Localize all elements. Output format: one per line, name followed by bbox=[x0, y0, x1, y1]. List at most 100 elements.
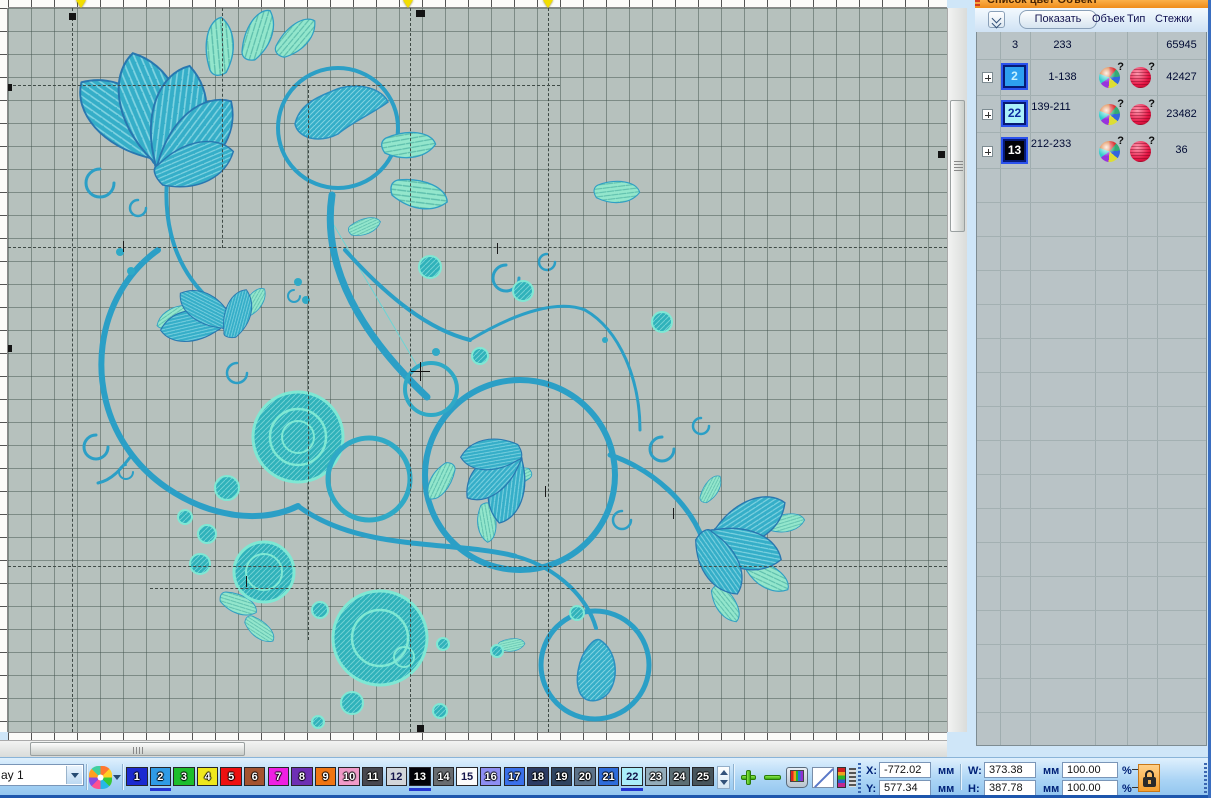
guide-vertical bbox=[410, 8, 411, 732]
palette-swatch-14[interactable]: 14 bbox=[433, 767, 455, 786]
chevron-down-icon[interactable] bbox=[113, 775, 121, 780]
layer-combobox[interactable]: ay 1 bbox=[0, 764, 84, 786]
palette-swatch-25[interactable]: 25 bbox=[692, 767, 714, 786]
remove-color-button[interactable] bbox=[762, 767, 784, 788]
palette-spinner[interactable] bbox=[717, 766, 730, 789]
column-header-type: Тип bbox=[1127, 13, 1145, 25]
stitch-type-icon[interactable]: ? bbox=[1130, 104, 1151, 125]
palette-menu-icon[interactable] bbox=[89, 766, 112, 789]
selection-handle[interactable] bbox=[8, 345, 12, 352]
palette-swatch-9[interactable]: 9 bbox=[315, 767, 337, 786]
palette-swatch-11[interactable]: 11 bbox=[362, 767, 384, 786]
palette-swatch-1[interactable]: 1 bbox=[126, 767, 148, 786]
guide-vertical bbox=[222, 8, 223, 248]
x-field[interactable]: -772.02 bbox=[879, 762, 931, 778]
palette-swatch-23[interactable]: 23 bbox=[645, 767, 667, 786]
palette-swatch-7[interactable]: 7 bbox=[268, 767, 290, 786]
w-field[interactable]: 373.38 bbox=[984, 762, 1036, 778]
palette-swatch-8[interactable]: 8 bbox=[291, 767, 313, 786]
palette-swatch-18[interactable]: 18 bbox=[527, 767, 549, 786]
palette-swatch-4[interactable]: 4 bbox=[197, 767, 219, 786]
selection-handle[interactable] bbox=[8, 84, 12, 91]
object-type-icon[interactable]: ? bbox=[1099, 141, 1120, 162]
lock-icon bbox=[1145, 770, 1154, 777]
ruler-marker[interactable] bbox=[403, 0, 413, 8]
ruler-marker[interactable] bbox=[543, 0, 553, 8]
color-swatch[interactable]: 13 bbox=[1003, 139, 1026, 162]
object-range: 212-233 bbox=[1030, 138, 1072, 150]
toolbar-drag-handle[interactable] bbox=[1204, 763, 1207, 793]
object-type-icon[interactable]: ? bbox=[1099, 104, 1120, 125]
palette-swatch-2[interactable]: 2 bbox=[150, 767, 172, 786]
color-swatch[interactable]: 2 bbox=[1003, 65, 1026, 88]
horizontal-scrollbar-thumb[interactable] bbox=[30, 742, 245, 756]
vertical-scrollbar-thumb[interactable] bbox=[950, 100, 965, 232]
palette-swatch-15[interactable]: 15 bbox=[456, 767, 478, 786]
guide-horizontal bbox=[8, 85, 560, 86]
add-color-button[interactable] bbox=[738, 767, 760, 788]
selection-handle[interactable] bbox=[69, 13, 76, 20]
spin-up-icon bbox=[720, 770, 728, 775]
y-field[interactable]: 577.34 bbox=[879, 780, 931, 796]
empty-rows bbox=[977, 169, 1206, 746]
palette-swatch-12[interactable]: 12 bbox=[386, 767, 408, 786]
object-type-icon[interactable]: ? bbox=[1099, 67, 1120, 88]
expand-icon[interactable] bbox=[982, 146, 993, 157]
palette-swatch-5[interactable]: 5 bbox=[220, 767, 242, 786]
aspect-lock-button[interactable] bbox=[1138, 764, 1160, 792]
embroidery-design[interactable] bbox=[8, 8, 947, 732]
palette-swatch-10[interactable]: 10 bbox=[338, 767, 360, 786]
palette-swatch-21[interactable]: 21 bbox=[598, 767, 620, 786]
expand-icon[interactable] bbox=[982, 109, 993, 120]
summary-object-count: 233 bbox=[1030, 39, 1095, 51]
palette-swatch-20[interactable]: 20 bbox=[574, 767, 596, 786]
layer-combobox-button[interactable] bbox=[66, 766, 82, 784]
vertical-scrollbar[interactable] bbox=[947, 8, 967, 732]
color-row[interactable]: 2 1-138 ? ? 42427 bbox=[977, 60, 1206, 96]
guide-vertical bbox=[72, 8, 73, 732]
stitch-count: 23482 bbox=[1157, 108, 1206, 120]
palette-swatch-17[interactable]: 17 bbox=[504, 767, 526, 786]
horizontal-scrollbar[interactable] bbox=[0, 740, 947, 757]
horizontal-ruler-bottom[interactable] bbox=[8, 732, 947, 740]
color-row[interactable]: 13 212-233 ? ? 36 bbox=[977, 133, 1206, 169]
no-color-button[interactable] bbox=[812, 767, 834, 788]
selection-handle[interactable] bbox=[416, 10, 425, 17]
color-swatch[interactable]: 22 bbox=[1003, 102, 1026, 125]
collapse-button[interactable] bbox=[988, 11, 1005, 28]
selection-handle[interactable] bbox=[417, 725, 424, 732]
layer-combobox-value: ay 1 bbox=[1, 768, 24, 782]
panel-title-bar[interactable]: Список цвет Объект bbox=[975, 0, 1208, 8]
palette-swatch-13[interactable]: 13 bbox=[409, 767, 431, 786]
design-canvas[interactable] bbox=[8, 8, 947, 732]
scale-w-field[interactable]: 100.00 bbox=[1062, 762, 1118, 778]
thread-chart-button[interactable] bbox=[836, 767, 858, 788]
guide-tick bbox=[497, 243, 498, 254]
summary-color-count: 3 bbox=[1000, 39, 1030, 51]
thread-palette-button[interactable] bbox=[786, 767, 808, 788]
guide-horizontal bbox=[8, 247, 947, 248]
scale-h-field[interactable]: 100.00 bbox=[1062, 780, 1118, 796]
selection-handle[interactable] bbox=[938, 151, 945, 158]
color-list-table[interactable]: 3 233 65945 2 1-138 ? ? 42427 22 139-211… bbox=[976, 32, 1207, 746]
bottom-toolbar: ay 1 12345678910111213141516171819202122… bbox=[0, 757, 1211, 798]
palette-swatch-6[interactable]: 6 bbox=[244, 767, 266, 786]
x-label: X: bbox=[866, 765, 877, 777]
expand-icon[interactable] bbox=[982, 72, 993, 83]
palette-swatch-24[interactable]: 24 bbox=[669, 767, 691, 786]
ruler-marker[interactable] bbox=[76, 0, 86, 8]
h-field[interactable]: 387.78 bbox=[984, 780, 1036, 796]
show-button[interactable]: Показать bbox=[1019, 10, 1097, 29]
palette-swatch-3[interactable]: 3 bbox=[173, 767, 195, 786]
percent-sign: % bbox=[1122, 765, 1132, 777]
stitch-type-icon[interactable]: ? bbox=[1130, 141, 1151, 162]
horizontal-ruler[interactable] bbox=[8, 0, 947, 8]
palette-swatch-22[interactable]: 22 bbox=[621, 767, 643, 786]
palette-swatch-16[interactable]: 16 bbox=[480, 767, 502, 786]
guide-vertical bbox=[308, 85, 309, 640]
stitch-type-icon[interactable]: ? bbox=[1130, 67, 1151, 88]
toolbar-drag-handle[interactable] bbox=[858, 763, 861, 793]
palette-swatch-19[interactable]: 19 bbox=[551, 767, 573, 786]
vertical-ruler[interactable] bbox=[0, 8, 8, 732]
color-row[interactable]: 22 139-211 ? ? 23482 bbox=[977, 96, 1206, 133]
